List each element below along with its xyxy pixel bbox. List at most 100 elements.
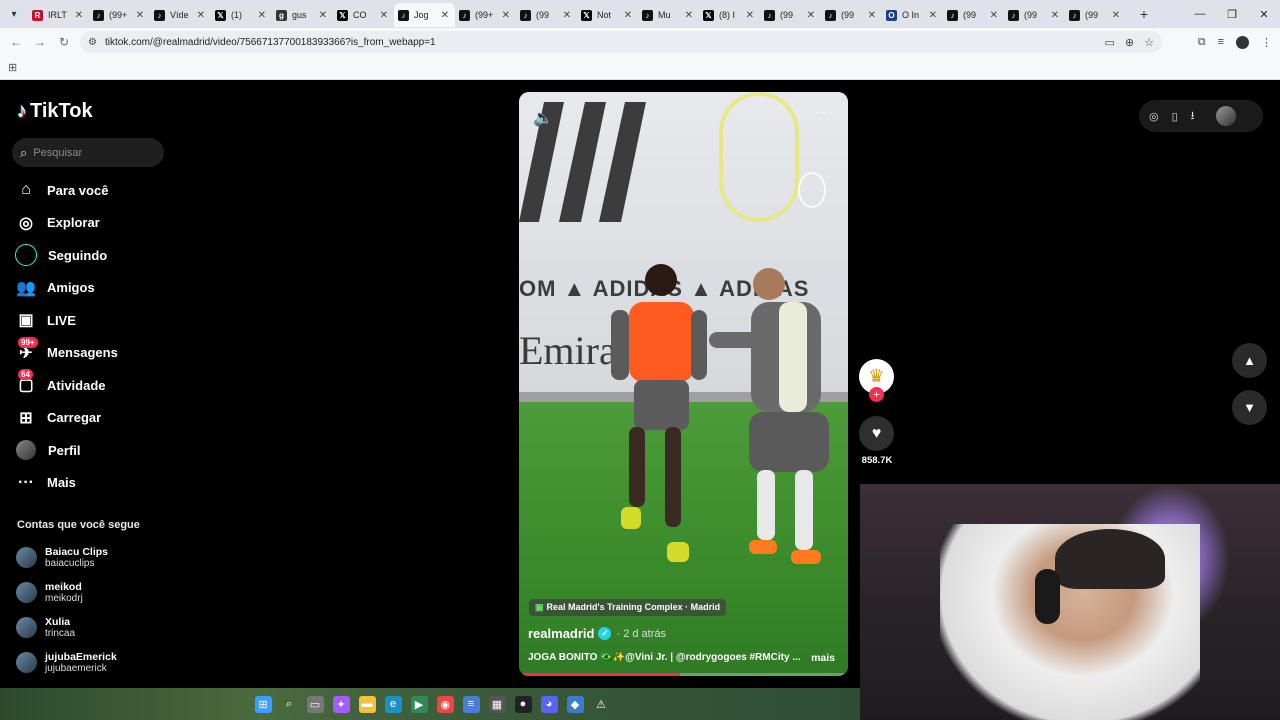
tab-close-icon[interactable]: ✕ bbox=[258, 10, 266, 21]
back-button[interactable]: ← bbox=[4, 35, 28, 49]
browser-tab[interactable]: O O In ✕ bbox=[882, 3, 943, 27]
tab-close-icon[interactable]: ✕ bbox=[685, 10, 693, 21]
minimize-button[interactable]: — bbox=[1184, 8, 1216, 20]
browser-tab[interactable]: ♪ (99 ✕ bbox=[943, 3, 1004, 27]
browser-tab[interactable]: 𝕏 CO ✕ bbox=[333, 3, 394, 27]
sidebar-item-mensagens[interactable]: ✈ Mensagens 99+ bbox=[14, 336, 174, 370]
search-icon[interactable]: ⌕ bbox=[281, 696, 298, 713]
search-box[interactable]: ⌕ bbox=[12, 138, 164, 167]
browser-tab[interactable]: ♪ Jog ✕ bbox=[394, 3, 455, 27]
download-icon[interactable]: ⭳ bbox=[1191, 107, 1195, 126]
maximize-button[interactable]: ❐ bbox=[1216, 8, 1248, 21]
sidebar-item-perfil[interactable]: Perfil bbox=[14, 434, 174, 467]
browser-tab[interactable]: g gus ✕ bbox=[272, 3, 333, 27]
sidebar-item-explorar[interactable]: ◎ Explorar bbox=[14, 207, 174, 240]
caption-more-button[interactable]: mais bbox=[811, 652, 835, 664]
android-icon[interactable]: ▶ bbox=[410, 695, 428, 713]
browser-tab[interactable]: ♪ (99 ✕ bbox=[821, 3, 882, 27]
cast-icon[interactable]: ▭ bbox=[1105, 36, 1115, 49]
sidebar-item-seguindo[interactable]: Seguindo bbox=[14, 239, 174, 272]
tab-search-icon[interactable]: ▾ bbox=[0, 0, 28, 28]
next-video-button[interactable]: ▼ bbox=[1232, 390, 1267, 425]
sidebar-item-live[interactable]: ▣ LIVE bbox=[14, 304, 174, 337]
tab-close-icon[interactable]: ✕ bbox=[502, 10, 510, 21]
browser-tab[interactable]: ♪ (99+ ✕ bbox=[455, 3, 516, 27]
site-info-icon[interactable]: ⚙ bbox=[88, 37, 97, 48]
video-player[interactable]: OM ▲ ADIDAS ▲ ADIDAS Emirates bbox=[519, 92, 848, 676]
following-item[interactable]: jujubaEmerick jujubaemerick bbox=[16, 645, 176, 680]
notepad-icon[interactable]: ≡ bbox=[462, 695, 480, 713]
file-explorer-icon[interactable]: ▬ bbox=[358, 695, 376, 713]
tab-close-icon[interactable]: ✕ bbox=[380, 10, 388, 21]
tab-close-icon[interactable]: ✕ bbox=[319, 10, 327, 21]
location-tag[interactable]: ▣ Real Madrid's Training Complex · Madrid bbox=[529, 599, 727, 616]
chrome-icon[interactable]: ◉ bbox=[436, 695, 454, 713]
app-icon[interactable]: ◆ bbox=[566, 695, 584, 713]
browser-tab[interactable]: R IRLT ✕ bbox=[28, 3, 89, 27]
sidebar-item-carregar[interactable]: ⊞ Carregar bbox=[14, 402, 174, 435]
apps-grid-icon[interactable]: ⊞ bbox=[8, 61, 17, 74]
browser-tab[interactable]: ♪ (99 ✕ bbox=[1004, 3, 1065, 27]
following-item[interactable]: meikod meikodrj bbox=[16, 575, 176, 610]
previous-video-button[interactable]: ▲ bbox=[1232, 343, 1267, 378]
browser-tab[interactable]: ♪ (99 ✕ bbox=[1065, 3, 1126, 27]
browser-tab[interactable]: ♪ (99 ✕ bbox=[760, 3, 821, 27]
author-username[interactable]: realmadrid bbox=[528, 626, 594, 641]
author-avatar[interactable]: ♛ + bbox=[859, 359, 894, 402]
calculator-icon[interactable]: ▦ bbox=[488, 695, 506, 713]
browser-tab[interactable]: ♪ Víde ✕ bbox=[150, 3, 211, 27]
tab-close-icon[interactable]: ✕ bbox=[746, 10, 754, 21]
tab-close-icon[interactable]: ✕ bbox=[1051, 10, 1059, 21]
browser-tab[interactable]: 𝕏 (1) ✕ bbox=[211, 3, 272, 27]
reload-button[interactable]: ↻ bbox=[52, 35, 76, 49]
sidebar-item-para-voce[interactable]: ⌂ Para você bbox=[14, 174, 174, 207]
obs-icon[interactable]: ● bbox=[514, 695, 532, 713]
browser-tab[interactable]: ♪ Mu ✕ bbox=[638, 3, 699, 27]
close-window-button[interactable]: ✕ bbox=[1248, 8, 1280, 21]
tab-close-icon[interactable]: ✕ bbox=[563, 10, 571, 21]
url-text[interactable]: tiktok.com/@realmadrid/video/75667137700… bbox=[105, 37, 436, 48]
search-input[interactable] bbox=[33, 146, 144, 159]
browser-tab[interactable]: ♪ (99 ✕ bbox=[516, 3, 577, 27]
browser-tab[interactable]: 𝕏 Not ✕ bbox=[577, 3, 638, 27]
tab-close-icon[interactable]: ✕ bbox=[75, 10, 83, 21]
bookmark-star-icon[interactable]: ☆ bbox=[1144, 36, 1154, 49]
taskview-icon[interactable]: ▭ bbox=[306, 695, 324, 713]
browser-menu-icon[interactable]: ⋮ bbox=[1261, 36, 1272, 49]
media-icon[interactable]: ≡ bbox=[1218, 36, 1224, 48]
browser-tab[interactable]: ♪ (99+ ✕ bbox=[89, 3, 150, 27]
warning-icon[interactable]: ⚠ bbox=[593, 696, 610, 713]
sidebar-item-atividade[interactable]: ▢ Atividade 64 bbox=[14, 369, 174, 402]
video-progress-bar[interactable] bbox=[519, 673, 848, 676]
tiktok-logo[interactable]: ♪ TikTok bbox=[17, 100, 93, 123]
sidebar-item-amigos[interactable]: 👥 Amigos bbox=[14, 272, 174, 305]
tab-close-icon[interactable]: ✕ bbox=[624, 10, 632, 21]
phone-icon[interactable]: ▯ bbox=[1172, 110, 1178, 123]
discord-icon[interactable]: ◕ bbox=[540, 695, 558, 713]
tab-close-icon[interactable]: ✕ bbox=[197, 10, 205, 21]
video-author[interactable]: realmadrid ✓ · 2 d atrás bbox=[528, 626, 666, 641]
tab-close-icon[interactable]: ✕ bbox=[136, 10, 144, 21]
tab-close-icon[interactable]: ✕ bbox=[868, 10, 876, 21]
volume-icon[interactable]: 🔈 bbox=[533, 108, 553, 128]
following-item[interactable]: Xulia trincaa bbox=[16, 610, 176, 645]
edge-icon[interactable]: e bbox=[384, 695, 402, 713]
user-avatar[interactable] bbox=[1215, 106, 1236, 126]
tab-close-icon[interactable]: ✕ bbox=[807, 10, 815, 21]
compass-icon[interactable]: ◎ bbox=[1149, 110, 1159, 123]
following-item[interactable]: Baiacu Clips baiacuclips bbox=[16, 540, 176, 575]
extensions-icon[interactable]: ⧉ bbox=[1198, 36, 1206, 49]
zoom-icon[interactable]: ⊕ bbox=[1125, 36, 1134, 49]
copilot-icon[interactable]: ✦ bbox=[332, 695, 350, 713]
like-button[interactable]: ♥ bbox=[859, 416, 894, 451]
tab-close-icon[interactable]: ✕ bbox=[929, 10, 937, 21]
browser-tab[interactable]: 𝕏 (8) I ✕ bbox=[699, 3, 760, 27]
profile-avatar[interactable] bbox=[1236, 35, 1249, 49]
sidebar-item-mais[interactable]: ··· Mais bbox=[14, 467, 174, 500]
omnibox[interactable]: ⚙ tiktok.com/@realmadrid/video/756671377… bbox=[80, 31, 1162, 53]
windows-start-icon[interactable]: ⊞ bbox=[254, 695, 272, 713]
tab-close-icon[interactable]: ✕ bbox=[441, 10, 449, 21]
follow-plus-icon[interactable]: + bbox=[869, 387, 884, 402]
tab-close-icon[interactable]: ✕ bbox=[1112, 10, 1120, 21]
tab-close-icon[interactable]: ✕ bbox=[990, 10, 998, 21]
